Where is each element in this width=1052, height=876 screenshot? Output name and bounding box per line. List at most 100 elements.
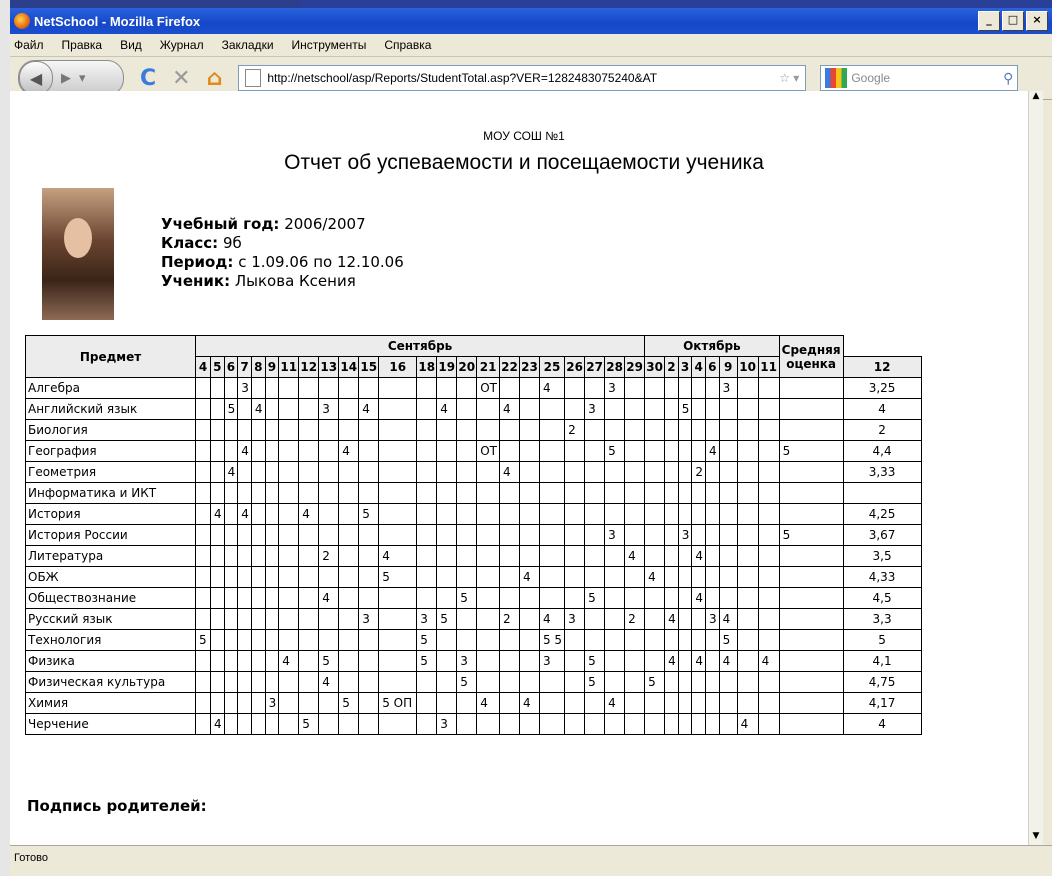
menu-edit[interactable]: Правка: [62, 38, 103, 52]
home-icon[interactable]: ⌂: [207, 66, 223, 91]
menu-bookmarks[interactable]: Закладки: [222, 38, 274, 52]
grade-cell: [757, 629, 780, 651]
grade-cell: 2: [564, 419, 586, 441]
grade-cell: [757, 713, 780, 735]
grade-cell: 5: [338, 692, 360, 714]
reload-icon[interactable]: C: [140, 66, 156, 91]
google-icon[interactable]: [825, 68, 848, 88]
grade-cell: 3: [237, 377, 252, 399]
menu-tools[interactable]: Инструменты: [292, 38, 367, 52]
grade-cell: [736, 482, 759, 504]
close-button[interactable]: ×: [1026, 11, 1048, 31]
grade-cell: [318, 482, 340, 504]
grade-cell: [604, 461, 626, 483]
grade-cell: [718, 566, 738, 588]
grade-cell: [705, 482, 720, 504]
forward-button[interactable]: ▶: [61, 71, 71, 86]
grade-cell: [456, 566, 478, 588]
grade-cell: [778, 608, 844, 630]
grade-cell: [298, 398, 320, 420]
grade-cell: [664, 587, 679, 609]
grade-cell: [338, 671, 360, 693]
grade-cell: 4: [338, 440, 360, 462]
school-name: МОУ СОШ №1: [483, 129, 565, 143]
grade-cell: [705, 419, 720, 441]
grade-cell: [718, 440, 738, 462]
grade-cell: [358, 692, 380, 714]
grade-cell: [718, 671, 738, 693]
grade-cell: [378, 608, 418, 630]
grade-cell: [677, 587, 693, 609]
grade-cell: [223, 545, 239, 567]
grade-cell: [358, 524, 380, 546]
grade-cell: [250, 671, 266, 693]
grade-cell: 3: [318, 398, 340, 420]
grade-cell: [358, 461, 380, 483]
menu-view[interactable]: Вид: [120, 38, 142, 52]
grade-cell: [210, 671, 225, 693]
day-header: 11: [757, 356, 780, 378]
bookmark-star-icon[interactable]: ☆ ▾: [779, 71, 799, 85]
grade-cell: [584, 377, 606, 399]
grade-cell: [237, 629, 252, 651]
grade-cell: [298, 650, 320, 672]
back-button[interactable]: ◀: [19, 61, 53, 95]
grade-cell: [624, 566, 646, 588]
grade-cell: [564, 545, 586, 567]
grade-cell: [564, 671, 586, 693]
search-box[interactable]: Google ⚲: [820, 65, 1019, 91]
grade-cell: [318, 440, 340, 462]
grade-cell: 4: [278, 650, 300, 672]
student-info: Учебный год: 2006/2007 Класс: 9б Период:…: [161, 215, 404, 291]
grade-cell: 4: [358, 398, 380, 420]
grade-cell: 3: [677, 524, 693, 546]
day-header: 5: [210, 356, 225, 378]
grade-cell: [378, 377, 418, 399]
back-arrow-icon: ◀: [29, 68, 43, 88]
grade-cell: [691, 398, 706, 420]
year-value: 2006/2007: [284, 215, 366, 233]
grade-cell: [584, 608, 606, 630]
grade-cell: [736, 377, 759, 399]
grade-cell: [498, 524, 520, 546]
history-dropdown-icon[interactable]: ▾: [79, 71, 86, 86]
grade-cell: [644, 377, 666, 399]
address-bar[interactable]: http://netschool/asp/Reports/StudentTota…: [238, 65, 807, 91]
grade-cell: [644, 587, 666, 609]
grade-cell: [705, 629, 720, 651]
menu-file[interactable]: Файл: [14, 38, 44, 52]
grade-cell: [538, 692, 566, 714]
scroll-up-icon[interactable]: ▲: [1029, 91, 1043, 105]
minimize-button[interactable]: _: [978, 11, 1000, 31]
grade-cell: 5: [584, 650, 606, 672]
vertical-scrollbar[interactable]: ▲ ▼: [1028, 91, 1043, 845]
grade-cell: [476, 629, 500, 651]
grade-cell: [378, 461, 418, 483]
grade-cell: [624, 629, 646, 651]
grade-cell: 4: [518, 566, 540, 588]
stop-icon[interactable]: ✕: [172, 66, 190, 91]
maximize-button[interactable]: □: [1002, 11, 1024, 31]
grade-cell: [250, 629, 266, 651]
grade-cell: [564, 713, 586, 735]
grade-cell: [264, 650, 280, 672]
grade-cell: [195, 713, 211, 735]
grade-cell: [298, 608, 320, 630]
menu-help[interactable]: Справка: [384, 38, 431, 52]
day-header: 6: [705, 356, 720, 378]
grade-cell: [538, 524, 566, 546]
search-icon[interactable]: ⚲: [1003, 70, 1013, 87]
grade-cell: [757, 566, 780, 588]
grade-cell: [223, 608, 239, 630]
grade-cell: [223, 692, 239, 714]
day-header: 9: [264, 356, 280, 378]
grade-cell: [498, 629, 520, 651]
grade-cell: [498, 377, 520, 399]
grade-cell: [358, 671, 380, 693]
grade-cell: [677, 692, 693, 714]
table-row: ОБЖ 5 4 4 4,33: [25, 566, 922, 588]
scroll-down-icon[interactable]: ▼: [1029, 831, 1043, 845]
grade-cell: [436, 671, 458, 693]
average-cell: 3,3: [842, 608, 922, 630]
menu-history[interactable]: Журнал: [160, 38, 204, 52]
